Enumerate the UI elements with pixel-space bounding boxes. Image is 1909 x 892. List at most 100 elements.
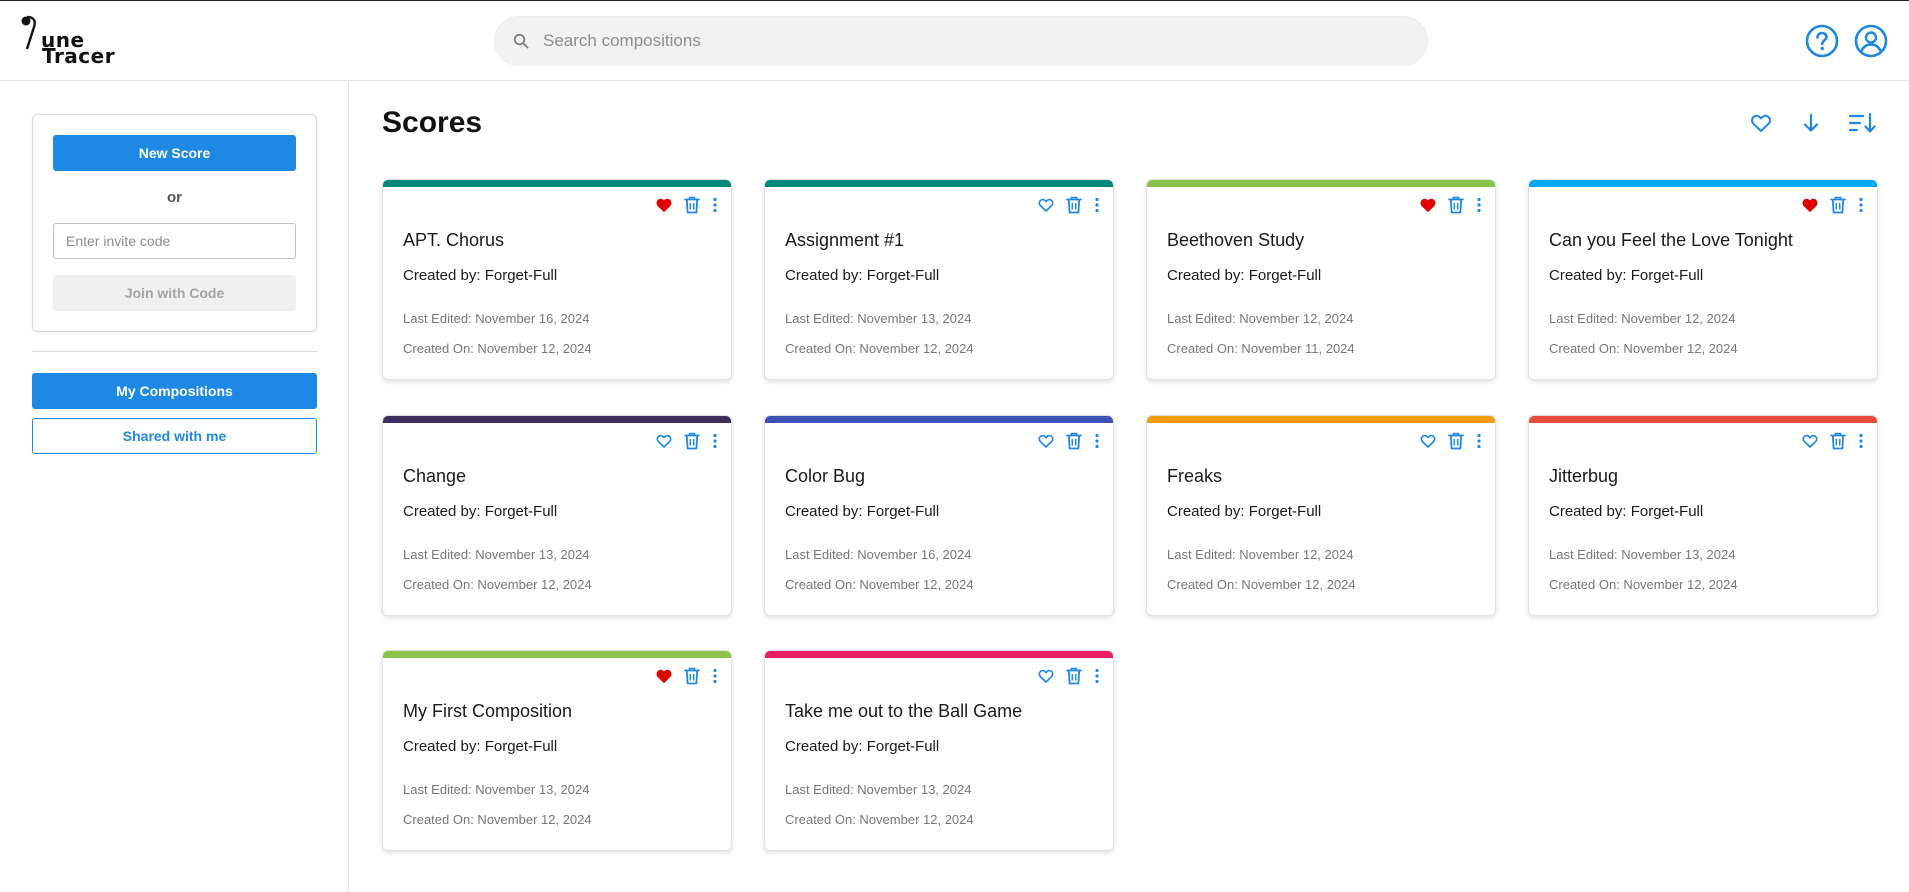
more-vertical-icon[interactable] bbox=[1093, 432, 1101, 450]
card-title: Take me out to the Ball Game bbox=[785, 701, 1023, 721]
more-vertical-icon[interactable] bbox=[711, 196, 719, 214]
score-card[interactable]: APT. Chorus Created by: Forget-Full Last E… bbox=[382, 179, 732, 380]
more-vertical-icon[interactable] bbox=[711, 667, 719, 685]
card-title: Can you Feel the Love Tonight bbox=[1549, 230, 1793, 250]
heart-outline-icon[interactable] bbox=[1037, 432, 1055, 450]
trash-icon[interactable] bbox=[1065, 196, 1083, 214]
trash-icon[interactable] bbox=[683, 432, 701, 450]
card-created-by: Created by: Forget-Full bbox=[785, 503, 940, 520]
score-card[interactable]: Beethoven Study Created by: Forget-Full La… bbox=[1146, 179, 1496, 380]
score-card[interactable]: Change Created by: Forget-Full Last Edited… bbox=[382, 415, 732, 616]
card-created-on: Created On: November 12, 2024 bbox=[403, 577, 592, 592]
card-actions bbox=[1419, 432, 1483, 450]
score-actions-panel: New Score or Join with Code bbox=[32, 114, 317, 332]
card-last-edited: Last Edited: November 13, 2024 bbox=[1549, 547, 1736, 562]
nav-shared-with-me[interactable]: Shared with me bbox=[32, 418, 317, 454]
card-created-on: Created On: November 11, 2024 bbox=[1167, 341, 1355, 356]
trash-icon[interactable] bbox=[1447, 432, 1465, 450]
heart-outline-icon[interactable] bbox=[655, 432, 673, 450]
score-card[interactable]: Take me out to the Ball Game Created by: … bbox=[764, 650, 1114, 851]
heart-filled-icon[interactable] bbox=[1801, 196, 1819, 214]
card-actions bbox=[1801, 196, 1865, 214]
account-circle-icon bbox=[1854, 24, 1888, 58]
card-created-on: Created On: November 12, 2024 bbox=[785, 341, 974, 356]
new-score-button[interactable]: New Score bbox=[53, 135, 296, 171]
help-circle-icon bbox=[1805, 24, 1839, 58]
card-actions bbox=[1801, 432, 1865, 450]
trash-icon[interactable] bbox=[1447, 196, 1465, 214]
card-last-edited: Last Edited: November 12, 2024 bbox=[1167, 311, 1354, 326]
app-logo[interactable]: une Tracer bbox=[20, 15, 120, 66]
trash-icon[interactable] bbox=[1065, 432, 1083, 450]
score-card[interactable]: Assignment #1 Created by: Forget-Full Last… bbox=[764, 179, 1114, 380]
card-actions bbox=[1037, 196, 1101, 214]
help-button[interactable] bbox=[1805, 24, 1839, 58]
card-last-edited: Last Edited: November 12, 2024 bbox=[1167, 547, 1354, 562]
more-vertical-icon[interactable] bbox=[1475, 432, 1483, 450]
card-actions bbox=[1037, 667, 1101, 685]
card-last-edited: Last Edited: November 13, 2024 bbox=[403, 782, 590, 797]
card-created-by: Created by: Forget-Full bbox=[403, 738, 558, 755]
trash-icon[interactable] bbox=[1829, 432, 1847, 450]
score-card[interactable]: Jitterbug Created by: Forget-Full Last Edi… bbox=[1528, 415, 1878, 616]
sort-direction-button[interactable] bbox=[1799, 111, 1823, 135]
heart-outline-icon[interactable] bbox=[1037, 196, 1055, 214]
card-title: Color Bug bbox=[785, 466, 866, 486]
heart-outline-icon[interactable] bbox=[1037, 667, 1055, 685]
trash-icon[interactable] bbox=[683, 196, 701, 214]
more-vertical-icon[interactable] bbox=[1857, 432, 1865, 450]
app-header: une Tracer bbox=[0, 1, 1909, 81]
heart-outline-icon[interactable] bbox=[1419, 432, 1437, 450]
card-color-bar bbox=[383, 651, 731, 658]
card-title: APT. Chorus bbox=[403, 230, 505, 250]
search-input[interactable] bbox=[543, 25, 1403, 57]
join-with-code-button[interactable]: Join with Code bbox=[53, 275, 296, 311]
card-created-on: Created On: November 12, 2024 bbox=[785, 812, 974, 827]
card-last-edited: Last Edited: November 13, 2024 bbox=[403, 547, 590, 562]
card-color-bar bbox=[1147, 180, 1495, 187]
score-card[interactable]: My First Composition Created by: Forget-F… bbox=[382, 650, 732, 851]
card-title: My First Composition bbox=[403, 701, 573, 721]
card-created-by: Created by: Forget-Full bbox=[403, 267, 558, 284]
heart-filled-icon[interactable] bbox=[655, 196, 673, 214]
account-button[interactable] bbox=[1854, 24, 1888, 58]
score-card[interactable]: Can you Feel the Love Tonight Created by:… bbox=[1528, 179, 1878, 380]
or-separator-label: or bbox=[167, 189, 182, 206]
card-created-by: Created by: Forget-Full bbox=[1167, 503, 1322, 520]
card-created-by: Created by: Forget-Full bbox=[785, 738, 940, 755]
score-card[interactable]: Color Bug Created by: Forget-Full Last Edi… bbox=[764, 415, 1114, 616]
search-icon bbox=[513, 33, 529, 54]
card-color-bar bbox=[1529, 180, 1877, 187]
favorites-filter-button[interactable] bbox=[1749, 111, 1773, 135]
card-last-edited: Last Edited: November 13, 2024 bbox=[785, 311, 972, 326]
nav-my-compositions[interactable]: My Compositions bbox=[32, 373, 317, 409]
card-color-bar bbox=[765, 416, 1113, 423]
card-actions bbox=[1037, 432, 1101, 450]
card-last-edited: Last Edited: November 12, 2024 bbox=[1549, 311, 1736, 326]
card-created-on: Created On: November 12, 2024 bbox=[1549, 577, 1738, 592]
heart-outline-icon bbox=[1751, 114, 1771, 132]
more-vertical-icon[interactable] bbox=[1093, 667, 1101, 685]
trash-icon[interactable] bbox=[1829, 196, 1847, 214]
card-created-by: Created by: Forget-Full bbox=[403, 503, 558, 520]
invite-code-input[interactable] bbox=[53, 223, 296, 259]
card-title: Beethoven Study bbox=[1167, 230, 1305, 250]
more-vertical-icon[interactable] bbox=[1093, 196, 1101, 214]
heart-filled-icon[interactable] bbox=[1419, 196, 1437, 214]
search-bar[interactable] bbox=[494, 16, 1428, 66]
score-card[interactable]: Freaks Created by: Forget-Full Last Edited… bbox=[1146, 415, 1496, 616]
heart-filled-icon[interactable] bbox=[655, 667, 673, 685]
card-color-bar bbox=[383, 416, 731, 423]
card-created-on: Created On: November 12, 2024 bbox=[785, 577, 974, 592]
more-vertical-icon[interactable] bbox=[1857, 196, 1865, 214]
card-last-edited: Last Edited: November 13, 2024 bbox=[785, 782, 972, 797]
card-created-by: Created by: Forget-Full bbox=[785, 267, 940, 284]
more-vertical-icon[interactable] bbox=[1475, 196, 1483, 214]
heart-outline-icon[interactable] bbox=[1801, 432, 1819, 450]
page-title: Scores bbox=[382, 106, 483, 139]
trash-icon[interactable] bbox=[683, 667, 701, 685]
more-vertical-icon[interactable] bbox=[711, 432, 719, 450]
sort-menu-button[interactable] bbox=[1848, 111, 1876, 135]
trash-icon[interactable] bbox=[1065, 667, 1083, 685]
card-actions bbox=[655, 667, 719, 685]
